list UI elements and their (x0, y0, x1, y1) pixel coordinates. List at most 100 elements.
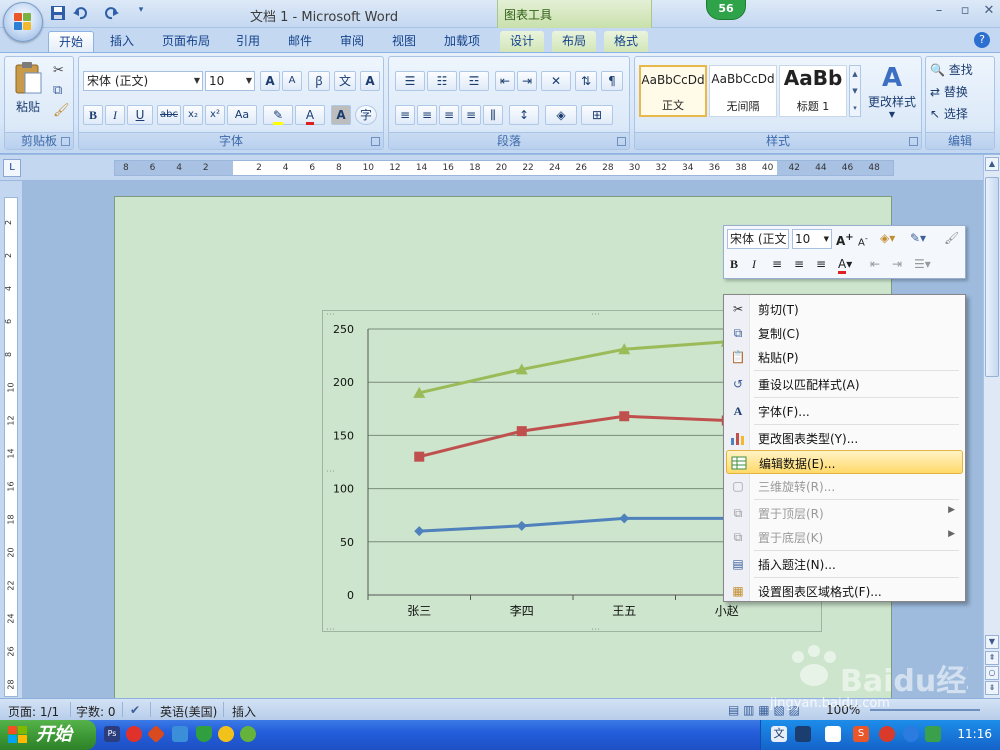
mini-italic-icon[interactable]: I (752, 255, 756, 275)
tab-references[interactable]: 引用 (226, 31, 270, 52)
prev-page-icon[interactable]: ⇞ (985, 651, 999, 665)
browser-icon[interactable] (172, 726, 188, 742)
menu-item-send-to-back[interactable]: ⧉ 置于底层(K) ▶ (726, 525, 963, 549)
proofing-icon[interactable]: ✔ (130, 703, 140, 717)
tray-green-icon[interactable] (925, 726, 941, 742)
close-button[interactable]: ✕ (976, 2, 1000, 22)
menu-item-bring-to-front[interactable]: ⧉ 置于顶层(R) ▶ (726, 501, 963, 525)
mini-bullets-icon[interactable]: ☰▾ (914, 255, 931, 275)
word-count[interactable]: 字数: 0 (76, 703, 116, 720)
tab-mailings[interactable]: 邮件 (278, 31, 322, 52)
photoshop-icon[interactable]: Ps (104, 726, 120, 742)
show-marks-button[interactable]: ¶ (601, 71, 623, 91)
shrink-font-icon[interactable]: A- (858, 229, 868, 249)
vertical-scrollbar[interactable]: ▲ ▼ ⇞ ○ ⇟ (983, 155, 1000, 698)
clear-format-button[interactable]: ꞵ (308, 71, 330, 91)
tab-page-layout[interactable]: 页面布局 (152, 31, 220, 52)
italic-button[interactable]: I (105, 105, 125, 125)
app-icon[interactable] (146, 724, 166, 744)
change-case-button[interactable]: Aa (227, 105, 257, 125)
language-indicator[interactable]: 英语(美国) (160, 703, 217, 720)
multilevel-list-button[interactable]: ☲ (459, 71, 489, 91)
paste-button[interactable]: 粘贴 (13, 61, 43, 119)
char-shading-button[interactable]: A (331, 105, 351, 125)
tray-red-icon[interactable] (879, 726, 895, 742)
justify-button[interactable]: ≡ (461, 105, 481, 125)
network-icon[interactable] (903, 726, 919, 742)
style-no-spacing[interactable]: AaBbCcDd 无间隔 (709, 65, 777, 117)
fill-color-icon[interactable]: ◈▾ (880, 229, 895, 249)
input-method-indicator[interactable]: 文 (771, 726, 787, 742)
save-icon[interactable] (50, 5, 68, 23)
tab-insert[interactable]: 插入 (100, 31, 144, 52)
phonetic-guide-button[interactable]: 文 (334, 71, 356, 91)
menu-item-format-chart-area[interactable]: ▦ 设置图表区域格式(F)... (726, 579, 963, 603)
next-page-icon[interactable]: ⇟ (985, 681, 999, 695)
bold-button[interactable]: B (83, 105, 103, 125)
redo-icon[interactable] (104, 5, 122, 23)
menu-item-insert-caption[interactable]: ▤ 插入题注(N)... (726, 552, 963, 576)
paragraph-launcher-icon[interactable] (617, 137, 626, 146)
mini-increase-indent-icon[interactable]: ⇥ (892, 255, 902, 275)
align-left-button[interactable]: ≡ (395, 105, 415, 125)
menu-item-paste[interactable]: 📋 粘贴(P) (726, 345, 963, 369)
font-color-button[interactable]: A (295, 105, 325, 125)
vertical-ruler-track[interactable]: 2 2 4 6 8 10 12 14 16 18 20 22 24 26 28 (4, 197, 18, 697)
menu-item-cut[interactable]: ✂ 剪切(T) (726, 297, 963, 321)
font-launcher-icon[interactable] (371, 137, 380, 146)
mini-align-left-icon[interactable]: ≡ (772, 255, 782, 275)
keyboard-icon[interactable] (795, 726, 811, 742)
styles-launcher-icon[interactable] (909, 137, 918, 146)
sogou-icon[interactable]: S (853, 726, 869, 742)
scroll-thumb[interactable] (985, 177, 999, 377)
tab-addins[interactable]: 加载项 (434, 31, 490, 52)
numbering-button[interactable]: ☷ (427, 71, 457, 91)
tab-selector-button[interactable]: L (3, 159, 21, 177)
start-button[interactable]: 开始 (0, 720, 96, 750)
undo-icon[interactable] (72, 5, 90, 23)
cut-icon[interactable]: ✂ (53, 63, 64, 78)
menu-item-reset-style[interactable]: ↺ 重设以匹配样式(A) (726, 372, 963, 396)
decrease-indent-button[interactable]: ⇤ (495, 71, 515, 91)
shading-button[interactable]: ◈ (545, 105, 577, 125)
char-border-button[interactable]: A (360, 71, 380, 91)
tab-review[interactable]: 审阅 (330, 31, 374, 52)
tab-home[interactable]: 开始 (48, 31, 95, 52)
strikethrough-button[interactable]: abc (157, 105, 181, 125)
office-button[interactable] (3, 2, 43, 42)
grow-font-icon[interactable]: A+ (836, 229, 854, 249)
find-button[interactable]: 🔍 查找 (930, 61, 973, 78)
scroll-up-icon[interactable]: ▲ (985, 157, 999, 171)
insert-mode-indicator[interactable]: 插入 (232, 703, 256, 720)
browse-object-icon[interactable]: ○ (985, 666, 999, 680)
qat-customize-icon[interactable]: ▾ (132, 5, 150, 23)
page-count[interactable]: 页面: 1/1 (8, 703, 59, 720)
select-button[interactable]: ↖ 选择 (930, 105, 968, 122)
mini-align-center-icon[interactable]: ≡ (794, 255, 804, 275)
increase-indent-button[interactable]: ⇥ (517, 71, 537, 91)
outline-color-icon[interactable]: ✎▾ (910, 229, 926, 249)
menu-item-font[interactable]: A 字体(F)... (726, 399, 963, 423)
mini-font-size[interactable]: 10 ▼ (792, 229, 832, 249)
format-painter-icon[interactable]: 🖌 (944, 229, 959, 249)
scroll-down-icon[interactable]: ▼ (985, 635, 999, 649)
mini-decrease-indent-icon[interactable]: ⇤ (870, 255, 880, 275)
grow-font-button[interactable]: A (260, 71, 280, 91)
menu-item-edit-data[interactable]: 编辑数据(E)... (726, 450, 963, 474)
styles-scroll[interactable]: ▲ ▼ ▾ (849, 65, 861, 117)
distributed-button[interactable]: ⫼ (483, 105, 503, 125)
menu-item-change-chart-type[interactable]: 更改图表类型(Y)... (726, 426, 963, 450)
style-normal[interactable]: AaBbCcDd 正文 (639, 65, 707, 117)
tab-chart-design[interactable]: 设计 (500, 31, 545, 52)
mini-font-name[interactable]: 宋体 (正文 (727, 229, 789, 249)
subscript-button[interactable]: x₂ (183, 105, 203, 125)
mini-font-color-icon[interactable]: A▾ (838, 255, 852, 275)
security-shield-icon[interactable] (196, 726, 212, 742)
sort-button[interactable]: ⇅ (575, 71, 597, 91)
bullets-button[interactable]: ☰ (395, 71, 425, 91)
menu-item-copy[interactable]: ⧉ 复制(C) (726, 321, 963, 345)
superscript-button[interactable]: x² (205, 105, 225, 125)
ruler-track[interactable]: 8 6 4 2 2 4 6 8 10 12 14 16 18 20 22 24 26 28 30 32 34 36 38 40… (114, 160, 894, 176)
restore-button[interactable]: ▫ (952, 2, 978, 22)
mini-align-right-icon[interactable]: ≡ (816, 255, 826, 275)
